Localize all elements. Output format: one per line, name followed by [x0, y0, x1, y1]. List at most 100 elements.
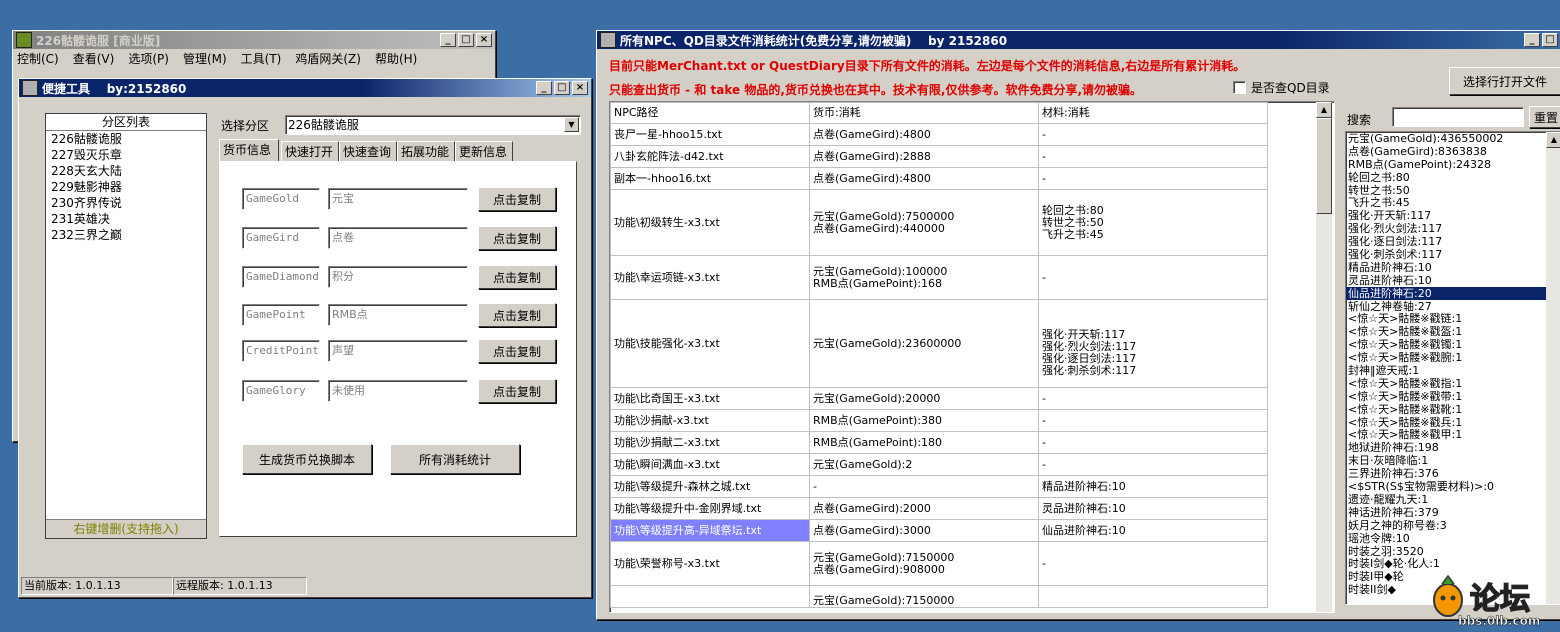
- list-item[interactable]: 强化·开天斩:117: [1346, 209, 1560, 222]
- generate-script-button[interactable]: 生成货币兑换脚本: [242, 444, 372, 474]
- table-row-selected[interactable]: 功能\等级提升高-异域祭坛.txt 点卷(GameGird):3000 仙品进阶神石…: [610, 519, 1268, 542]
- select-file-button[interactable]: 选择行打开文件: [1449, 67, 1560, 95]
- list-item[interactable]: 231英雄决: [49, 211, 206, 227]
- list-item[interactable]: <惊☆天>骷髅※戳甲:1: [1346, 428, 1560, 442]
- list-item[interactable]: <惊☆天>骷髅※戳带:1: [1346, 390, 1560, 403]
- list-item[interactable]: 神话进阶神石:379: [1346, 506, 1560, 519]
- list-item[interactable]: 强化·刺杀剑术:117: [1346, 248, 1560, 261]
- menu-gateway[interactable]: 鸡盾网关(Z): [295, 50, 361, 67]
- list-item[interactable]: 232三界之巅: [49, 227, 206, 243]
- list-item[interactable]: RMB点(GamePoint):24328: [1346, 158, 1560, 171]
- list-item[interactable]: 妖月之神的称号卷:3: [1346, 519, 1560, 532]
- list-item[interactable]: 封神‖遮天戒:1: [1346, 364, 1560, 377]
- table-row[interactable]: 八卦玄舵阵法-d42.txt 点卷(GameGird):2888-: [610, 145, 1268, 168]
- copy-button[interactable]: 点击复制: [478, 339, 556, 363]
- column-header-money[interactable]: 货币:消耗: [809, 102, 1039, 124]
- tab-updates[interactable]: 更新信息: [455, 141, 513, 161]
- list-item[interactable]: 飞升之书:45: [1346, 196, 1560, 210]
- maximize-icon[interactable]: □: [554, 81, 570, 95]
- main-app-titlebar[interactable]: 226骷髅诡服 [商业版] _ □ ×: [13, 31, 495, 49]
- currency-name-field[interactable]: 积分: [328, 266, 468, 288]
- totals-scrollbar[interactable]: ▲: [1546, 132, 1560, 604]
- list-item[interactable]: <$STR(S$宝物需要材料)>:0: [1346, 480, 1560, 493]
- list-item[interactable]: 强化·烈火剑法:117: [1346, 222, 1560, 235]
- qd-checkbox-group[interactable]: 是否查QD目录: [1233, 79, 1330, 96]
- minimize-icon[interactable]: _: [440, 33, 456, 47]
- list-item[interactable]: <惊☆天>骷髅※戳腕:1: [1346, 351, 1560, 364]
- search-input[interactable]: [1392, 107, 1524, 127]
- qd-checkbox[interactable]: [1233, 81, 1246, 94]
- currency-name-field[interactable]: 点卷: [328, 227, 468, 249]
- menu-control[interactable]: 控制(C): [17, 50, 59, 67]
- list-item[interactable]: 斩仙之神卷轴:27: [1346, 300, 1560, 313]
- scroll-up-icon[interactable]: ▲: [1316, 102, 1332, 118]
- list-item[interactable]: <惊☆天>骷髅※戳兵:1: [1346, 416, 1560, 429]
- all-stats-button[interactable]: 所有消耗统计: [390, 444, 520, 474]
- currency-name-field[interactable]: 元宝: [328, 188, 468, 210]
- list-item[interactable]: 元宝(GameGold):436550002: [1346, 132, 1560, 145]
- close-icon[interactable]: ×: [476, 33, 492, 47]
- copy-button[interactable]: 点击复制: [478, 226, 556, 250]
- table-row[interactable]: 功能\沙捐献-x3.txt RMB点(GamePoint):380-: [610, 409, 1268, 432]
- minimize-icon[interactable]: _: [1524, 33, 1540, 47]
- currency-code-field[interactable]: GameGird: [242, 227, 320, 249]
- list-item[interactable]: 转世之书:50: [1346, 184, 1560, 197]
- list-item[interactable]: 226骷髅诡服: [49, 131, 206, 147]
- table-row[interactable]: 功能\沙捐献二-x3.txt RMB点(GamePoint):180-: [610, 431, 1268, 454]
- table-scrollbar[interactable]: ▲: [1316, 102, 1332, 612]
- list-item[interactable]: 时装I剑◆轮·化人:1: [1346, 557, 1560, 570]
- list-item[interactable]: 灵品进阶神石:10: [1346, 274, 1560, 287]
- copy-button[interactable]: 点击复制: [478, 303, 556, 327]
- list-item[interactable]: 轮回之书:80: [1346, 171, 1560, 184]
- copy-button[interactable]: 点击复制: [478, 379, 556, 403]
- currency-name-field[interactable]: RMB点: [328, 304, 468, 326]
- table-row[interactable]: 功能\荣誉称号-x3.txt 元宝(GameGold):7150000 点卷(Ga…: [610, 541, 1268, 586]
- menu-options[interactable]: 选项(P): [128, 50, 169, 67]
- table-row[interactable]: 功能\等级提升-森林之城.txt - 精品进阶神石:10: [610, 475, 1268, 498]
- table-row[interactable]: 元宝(GameGold):7150000: [610, 585, 1268, 608]
- list-item[interactable]: 精品进阶神石:10: [1346, 261, 1560, 274]
- maximize-icon[interactable]: □: [1542, 33, 1558, 47]
- chevron-down-icon[interactable]: ▼: [564, 117, 579, 132]
- scroll-up-icon[interactable]: ▲: [1546, 132, 1560, 148]
- copy-button[interactable]: 点击复制: [478, 265, 556, 289]
- table-row[interactable]: 功能\比奇国王-x3.txt 元宝(GameGold):20000-: [610, 387, 1268, 410]
- scroll-thumb[interactable]: [1316, 118, 1332, 214]
- column-header-material[interactable]: 材料:消耗: [1038, 102, 1268, 124]
- table-row[interactable]: 功能\技能强化-x3.txt 元宝(GameGold):23600000 强化·开天…: [610, 299, 1268, 388]
- maximize-icon[interactable]: □: [458, 33, 474, 47]
- table-row[interactable]: 功能\幸运项链-x3.txt 元宝(GameGold):100000 RMB点(G…: [610, 255, 1268, 300]
- tab-quick-query[interactable]: 快速查询: [339, 141, 397, 161]
- minimize-icon[interactable]: _: [536, 81, 552, 95]
- list-item[interactable]: 仙品进阶神石:20: [1346, 286, 1560, 300]
- list-item[interactable]: 230齐界传说: [49, 195, 206, 211]
- list-item[interactable]: <惊☆天>骷髅※戳盔:1: [1346, 325, 1560, 338]
- list-item[interactable]: 遗迹·龍耀九天:1: [1346, 493, 1560, 506]
- currency-name-field[interactable]: 声望: [328, 340, 468, 362]
- tool-titlebar[interactable]: 便捷工具 by:2152860 _ □ ×: [19, 79, 591, 97]
- list-item[interactable]: 点卷(GameGird):8363838: [1346, 145, 1560, 158]
- select-zone-dropdown[interactable]: 226骷髅诡服 ▼: [285, 115, 581, 135]
- column-header-path[interactable]: NPC路径: [610, 102, 810, 124]
- menu-manage[interactable]: 管理(M): [183, 50, 227, 67]
- tab-currency[interactable]: 货币信息: [219, 139, 279, 161]
- currency-name-field[interactable]: 未使用: [328, 380, 468, 402]
- list-item[interactable]: 末日·灰暗降临:1: [1346, 454, 1560, 467]
- reset-button[interactable]: 重置: [1529, 106, 1560, 128]
- menu-help[interactable]: 帮助(H): [375, 50, 417, 67]
- list-item[interactable]: 瑶池令牌:10: [1346, 532, 1560, 545]
- list-item[interactable]: <惊☆天>骷髅※戳链:1: [1346, 312, 1560, 326]
- list-item[interactable]: 228天玄大陆: [49, 163, 206, 179]
- tab-quick-open[interactable]: 快速打开: [281, 141, 339, 161]
- list-item[interactable]: <惊☆天>骷髅※戳靴:1: [1346, 403, 1560, 416]
- list-item[interactable]: 地狱进阶神石:198: [1346, 441, 1560, 454]
- table-row[interactable]: 丧尸一星-hhoo15.txt 点卷(GameGird):4800-: [610, 123, 1268, 146]
- list-item[interactable]: 227毁灭乐章: [49, 147, 206, 163]
- currency-code-field[interactable]: GameGold: [242, 188, 320, 210]
- close-icon[interactable]: ×: [572, 81, 588, 95]
- list-item[interactable]: 三界进阶神石:376: [1346, 467, 1560, 480]
- currency-code-field[interactable]: GameGlory: [242, 380, 320, 402]
- list-item[interactable]: 时装之羽:3520: [1346, 545, 1560, 558]
- menu-tools[interactable]: 工具(T): [241, 50, 282, 67]
- list-item[interactable]: 229魅影神器: [49, 179, 206, 195]
